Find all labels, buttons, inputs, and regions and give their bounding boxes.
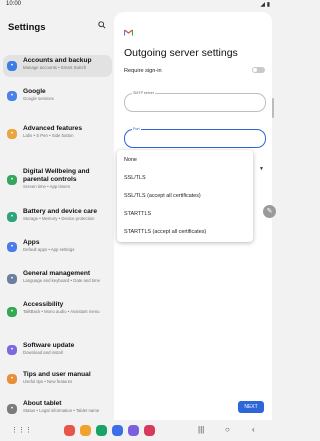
accessibility-icon: • <box>7 307 17 317</box>
gmail-icon <box>124 29 133 36</box>
messages-app-icon[interactable] <box>80 425 91 436</box>
management-icon: • <box>7 274 17 284</box>
security-option-starttls-accept-all[interactable]: STARTTLS (accept all certificates) <box>117 223 253 241</box>
internet-app-icon[interactable] <box>128 425 139 436</box>
app-drawer-icon[interactable]: ⋮⋮⋮ <box>11 426 32 434</box>
settings-item-subtitle: TalkBack • Mono audio • Assistant menu <box>23 308 100 314</box>
google-icon: • <box>7 91 17 101</box>
settings-item-title: Google <box>23 88 46 95</box>
settings-item-title: General management <box>23 270 91 277</box>
settings-item-subtitle: Status • Legal information • Tablet name <box>23 407 100 413</box>
back-icon[interactable]: ‹ <box>252 425 255 434</box>
bottom-dock: ⋮⋮⋮ ||| ○ ‹ <box>0 420 276 441</box>
settings-item-subtitle: Useful tips • New features <box>23 378 73 384</box>
settings-item[interactable]: • Advanced features Labs • S Pen • Side bu… <box>3 123 112 145</box>
scrollbar[interactable] <box>272 98 274 118</box>
edit-fab-icon[interactable]: ✎ <box>263 205 276 218</box>
require-signin-label: Require sign-in <box>124 68 162 74</box>
next-button[interactable]: NEXT <box>238 401 264 413</box>
settings-list: Settings • Accounts and backup Manage acco… <box>0 10 114 420</box>
update-icon: • <box>7 345 17 355</box>
battery-icon: • <box>7 212 17 222</box>
settings-item-title: Digital Wellbeing and parental controls <box>23 168 90 183</box>
settings-item-subtitle: Labs • S Pen • Side button <box>23 132 74 138</box>
settings-item[interactable]: • Google Google services <box>3 86 112 106</box>
settings-item-subtitle: Storage • Memory • Device protection <box>23 215 95 221</box>
settings-item-title: Software update <box>23 342 75 349</box>
settings-item-title: About tablet <box>23 400 62 407</box>
wellbeing-icon: • <box>7 175 17 185</box>
settings-item-subtitle: Language and keyboard • Date and time <box>23 277 100 283</box>
security-option-ssl-tls[interactable]: SSL/TLS <box>117 169 253 187</box>
key-icon: • <box>7 61 17 71</box>
apps-icon: • <box>7 242 17 252</box>
settings-item[interactable]: • Tips and user manual Useful tips • New f… <box>3 369 112 389</box>
screen-recorder-app-icon[interactable] <box>144 425 155 436</box>
settings-item[interactable]: • Accessibility TalkBack • Mono audio • As… <box>3 299 112 325</box>
settings-item[interactable]: • Accounts and backup Manage accounts • Sm… <box>3 55 112 77</box>
security-option-ssl-tls-accept-all[interactable]: SSL/TLS (accept all certificates) <box>117 187 253 205</box>
settings-item-subtitle: Manage accounts • Smart Switch <box>23 64 87 70</box>
info-icon: • <box>7 404 17 414</box>
settings-item[interactable]: • Apps Default apps • App settings <box>3 237 112 257</box>
tips-icon: • <box>7 374 17 384</box>
settings-item-title: Accounts and backup <box>23 57 92 64</box>
smtp-server-label: SMTP server <box>132 91 155 96</box>
search-icon[interactable] <box>98 21 106 31</box>
settings-title: Settings <box>8 22 46 33</box>
port-field[interactable]: Port <box>124 127 266 148</box>
settings-item[interactable]: • Software update Download and install <box>3 340 112 360</box>
settings-item-title: Apps <box>23 239 40 246</box>
settings-item-subtitle: Download and install <box>23 349 63 355</box>
settings-item-title: Battery and device care <box>23 208 98 215</box>
smtp-server-field[interactable]: SMTP server <box>124 91 266 112</box>
require-signin-toggle[interactable] <box>252 67 265 73</box>
port-label: Port <box>132 127 141 132</box>
chat-app-icon[interactable] <box>112 425 123 436</box>
settings-item-subtitle: Default apps • App settings <box>23 246 75 252</box>
settings-item-title: Accessibility <box>23 301 64 308</box>
recents-icon[interactable]: ||| <box>198 425 204 434</box>
settings-item[interactable]: • About tablet Status • Legal information … <box>3 398 112 420</box>
security-type-dropdown: None SSL/TLS SSL/TLS (accept all certifi… <box>117 150 253 242</box>
home-icon[interactable]: ○ <box>225 425 230 434</box>
settings-item-title: Advanced features <box>23 125 82 132</box>
signal-battery-icon: ◢ ▮ <box>260 2 270 8</box>
page-title: Outgoing server settings <box>124 47 238 59</box>
status-time: 10:00 <box>6 1 22 7</box>
settings-item[interactable]: • Digital Wellbeing and parental controls… <box>3 166 112 194</box>
settings-item-subtitle: Google services <box>23 95 54 101</box>
security-option-none[interactable]: None <box>117 151 253 169</box>
phone-app-icon[interactable] <box>64 425 75 436</box>
star-icon: • <box>7 129 17 139</box>
settings-item[interactable]: • Battery and device care Storage • Memory… <box>3 206 112 228</box>
security-option-starttls[interactable]: STARTTLS <box>117 205 253 223</box>
settings-item[interactable]: • General management Language and keyboard… <box>3 268 112 290</box>
settings-item-subtitle: Screen time • App timers <box>23 183 71 189</box>
dropdown-arrow-icon[interactable]: ▼ <box>259 166 264 172</box>
contacts-app-icon[interactable] <box>96 425 107 436</box>
status-bar: 10:00 ◢ ▮ <box>0 0 276 10</box>
settings-item-title: Tips and user manual <box>23 371 91 378</box>
